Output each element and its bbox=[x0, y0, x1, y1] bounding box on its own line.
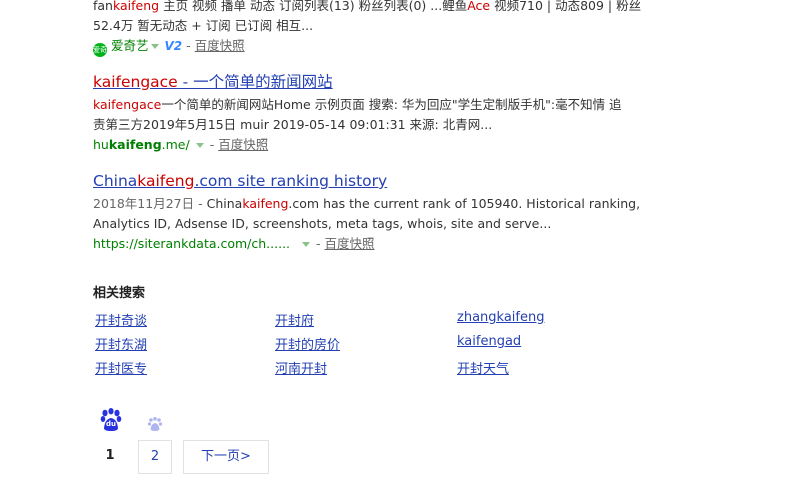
result-0-snippet-line-2: 52.4万 暂无动态 + 订阅 已订阅 相互... bbox=[93, 18, 314, 33]
snippet-highlight: Ace bbox=[467, 0, 491, 13]
page-current: 1 bbox=[105, 448, 115, 463]
snippet-text: fan bbox=[93, 0, 113, 13]
related-search-link[interactable]: 开封奇谈 bbox=[95, 310, 147, 329]
v2-badge-icon[interactable]: V2 bbox=[165, 39, 183, 53]
result-url: https://siterankdata.com/ch...... bbox=[93, 236, 291, 251]
next-page-button[interactable]: 下一页> bbox=[183, 440, 269, 474]
snippet-date: 2018年11月27日 - bbox=[93, 196, 207, 211]
separator: - bbox=[186, 38, 191, 53]
title-highlight[interactable]: kaifengace bbox=[93, 73, 178, 91]
result-1-snippet-line-1: kaifengace一个简单的新闻网站Home 示例页面 搜索: 华为回应"学生… bbox=[93, 95, 622, 115]
dropdown-arrow-icon[interactable] bbox=[195, 143, 204, 148]
result-1-url-row: hukaifeng.me/ - 百度快照 bbox=[93, 135, 268, 155]
separator: - bbox=[209, 137, 215, 152]
result-2-snippet-line-1: 2018年11月27日 - Chinakaifeng.com has the c… bbox=[93, 194, 640, 214]
result-1-snippet-line-2: 责第三方2019年5月15日 muir 2019-05-14 09:01:31 … bbox=[93, 117, 493, 132]
source-name[interactable]: 爱奇艺 bbox=[111, 38, 149, 53]
snippet-text: China bbox=[206, 196, 243, 211]
title-text[interactable]: China bbox=[93, 172, 137, 190]
title-text[interactable]: - 一个简单的新闻网站 bbox=[178, 73, 333, 91]
result-url: hukaifeng.me/ bbox=[93, 137, 190, 152]
title-highlight[interactable]: kaifeng bbox=[137, 172, 194, 190]
result-2-snippet-line-2: Analytics ID, Adsense ID, screenshots, m… bbox=[93, 216, 552, 231]
paw-logo-text: du bbox=[106, 420, 116, 428]
related-search-link[interactable]: 开封医专 bbox=[95, 358, 147, 377]
result-2-title-link[interactable]: Chinakaifeng.com site ranking history bbox=[93, 170, 387, 192]
result-1-title-link[interactable]: kaifengace - 一个简单的新闻网站 bbox=[93, 71, 333, 93]
snapshot-link[interactable]: 百度快照 bbox=[218, 137, 268, 152]
iqiyi-icon: 爱奇 bbox=[93, 43, 107, 57]
baidu-paw-small-icon bbox=[147, 416, 163, 432]
result-2-url-row: https://siterankdata.com/ch...... - 百度快照 bbox=[93, 234, 375, 254]
snapshot-link[interactable]: 百度快照 bbox=[324, 236, 374, 251]
related-search-link[interactable]: 河南开封 bbox=[275, 358, 327, 377]
snippet-text: 一个简单的新闻网站Home 示例页面 搜索: 华为回应"学生定制版手机":毫不知… bbox=[161, 97, 622, 112]
snippet-text: .com has the current rank of 105940. His… bbox=[288, 196, 641, 211]
related-search-link[interactable]: zhangkaifeng bbox=[457, 310, 544, 325]
page-2-link[interactable]: 2 bbox=[138, 440, 172, 474]
separator: - bbox=[315, 236, 321, 251]
title-text[interactable]: .com site ranking history bbox=[194, 172, 387, 190]
snapshot-link[interactable]: 百度快照 bbox=[195, 38, 245, 53]
dropdown-arrow-icon[interactable] bbox=[302, 242, 310, 247]
baidu-paw-icon: du bbox=[100, 408, 122, 432]
snippet-highlight: kaifeng bbox=[112, 0, 160, 13]
related-searches-title: 相关搜索 bbox=[93, 286, 146, 301]
related-search-link[interactable]: kaifengad bbox=[457, 334, 521, 349]
related-search-link[interactable]: 开封的房价 bbox=[275, 334, 340, 353]
dropdown-arrow-icon[interactable] bbox=[150, 44, 159, 49]
snippet-text: 主页 视频 播单 动态 订阅列表(13) 粉丝列表(0) ...鲤鱼 bbox=[159, 0, 468, 13]
related-search-link[interactable]: 开封天气 bbox=[457, 358, 509, 377]
snippet-text: 视频710 | 动态809 | 粉丝 bbox=[490, 0, 642, 13]
related-search-link[interactable]: 开封东湖 bbox=[95, 334, 147, 353]
snippet-highlight: kaifengace bbox=[93, 97, 162, 112]
result-0-snippet-line-1: fankaifeng 主页 视频 播单 动态 订阅列表(13) 粉丝列表(0) … bbox=[93, 0, 641, 16]
related-search-link[interactable]: 开封府 bbox=[275, 310, 314, 329]
snippet-highlight: kaifeng bbox=[242, 196, 289, 211]
result-0-source-row: 爱奇 爱奇艺 V2 - 百度快照 bbox=[93, 36, 245, 57]
